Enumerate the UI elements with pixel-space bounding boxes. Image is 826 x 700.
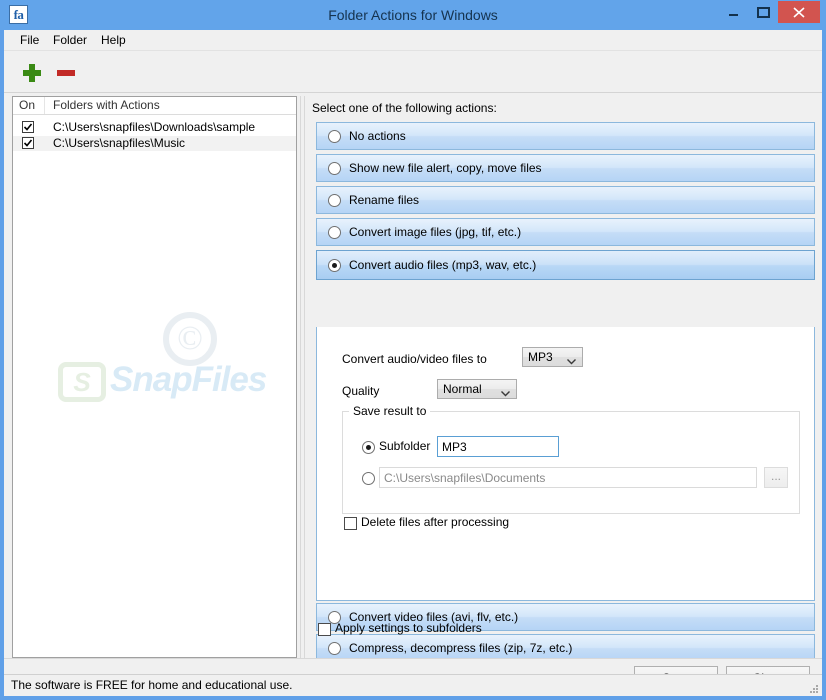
format-combobox[interactable]: MP3 [522, 347, 583, 367]
row-checkbox[interactable] [22, 121, 34, 133]
title-bar: fa Folder Actions for Windows [0, 0, 826, 30]
maximize-button[interactable] [748, 1, 778, 23]
radio-icon[interactable] [328, 130, 341, 143]
action-label: Convert image files (jpg, tif, etc.) [349, 225, 522, 239]
radio-icon[interactable] [328, 642, 341, 655]
action-convert-image-files[interactable]: Convert image files (jpg, tif, etc.) [316, 218, 815, 246]
action-label: Convert audio files (mp3, wav, etc.) [349, 258, 537, 272]
action-label: Show new file alert, copy, move files [349, 161, 542, 175]
client-area: On Folders with Actions C:\Users\snapfil… [4, 51, 822, 694]
quality-value: Normal [443, 382, 482, 396]
menu-folder[interactable]: Folder [45, 30, 95, 51]
folder-list-panel: On Folders with Actions C:\Users\snapfil… [12, 96, 297, 658]
table-row[interactable]: C:\Users\snapfiles\Downloads\sample [13, 120, 296, 135]
watermark-text: SnapFiles [110, 360, 267, 399]
action-label: Rename files [349, 193, 420, 207]
close-icon [778, 1, 820, 23]
radio-icon[interactable] [328, 259, 341, 272]
apply-subfolders-checkbox[interactable] [318, 623, 331, 636]
radio-icon[interactable] [328, 226, 341, 239]
action-label: No actions [349, 129, 406, 143]
custom-path-input[interactable] [379, 467, 757, 488]
column-header-folders[interactable]: Folders with Actions [45, 97, 296, 114]
radio-custom-path-icon[interactable] [362, 472, 375, 485]
snapfiles-watermark: © S SnapFiles [58, 312, 296, 422]
menu-file[interactable]: File [12, 30, 47, 51]
panel-splitter[interactable] [300, 96, 305, 658]
chevron-down-icon [567, 354, 576, 368]
table-row[interactable]: C:\Users\snapfiles\Music [13, 136, 296, 151]
status-message: The software is FREE for home and educat… [11, 678, 293, 692]
apply-subfolders-label: Apply settings to subfolders [335, 621, 482, 635]
quality-label: Quality [342, 384, 380, 398]
save-result-groupbox [342, 411, 800, 514]
action-convert-audio-files[interactable]: Convert audio files (mp3, wav, etc.) [316, 250, 815, 280]
browse-button[interactable]: ... [764, 467, 788, 488]
toolbar [4, 51, 822, 93]
snapfiles-logo-mark: S [58, 362, 106, 402]
action-no-actions[interactable]: No actions [316, 122, 815, 150]
plus-icon [19, 64, 45, 89]
audio-settings-panel: Convert audio/video files to MP3 Quality… [316, 327, 815, 601]
action-show-new-file-alert[interactable]: Show new file alert, copy, move files [316, 154, 815, 182]
column-header-on[interactable]: On [13, 97, 45, 114]
delete-files-label: Delete files after processing [361, 515, 510, 529]
actions-panel: Select one of the following actions: No … [308, 96, 818, 694]
quality-combobox[interactable]: Normal [437, 379, 517, 399]
close-button[interactable] [778, 1, 820, 23]
subfolder-label: Subfolder [379, 439, 431, 453]
maximize-icon [748, 1, 778, 23]
radio-icon[interactable] [328, 162, 341, 175]
action-rename-files[interactable]: Rename files [316, 186, 815, 214]
menu-help[interactable]: Help [93, 30, 134, 51]
delete-files-checkbox[interactable] [344, 517, 357, 530]
save-result-title: Save result to [349, 404, 431, 418]
minimize-button[interactable] [718, 1, 748, 23]
status-bar: The software is FREE for home and educat… [4, 674, 822, 696]
resize-grip-icon[interactable] [807, 682, 819, 694]
minus-icon [53, 70, 79, 89]
subfolder-input[interactable] [437, 436, 559, 457]
copyright-icon: © [163, 312, 217, 366]
add-folder-button[interactable] [19, 60, 45, 86]
chevron-down-icon [501, 386, 510, 400]
radio-subfolder-icon[interactable] [362, 441, 375, 454]
folder-path: C:\Users\snapfiles\Downloads\sample [53, 120, 256, 134]
folder-list-header: On Folders with Actions [13, 97, 296, 115]
row-checkbox[interactable] [22, 137, 34, 149]
application-window: fa Folder Actions for Windows File Folde… [0, 0, 826, 700]
menu-bar: File Folder Help [4, 30, 822, 51]
folder-path: C:\Users\snapfiles\Music [53, 136, 186, 150]
window-title: Folder Actions for Windows [328, 7, 498, 23]
format-value: MP3 [528, 350, 553, 364]
radio-icon[interactable] [328, 194, 341, 207]
format-label: Convert audio/video files to [342, 352, 487, 366]
remove-folder-button[interactable] [53, 60, 79, 86]
actions-heading: Select one of the following actions: [312, 101, 497, 115]
minimize-icon [718, 1, 748, 23]
